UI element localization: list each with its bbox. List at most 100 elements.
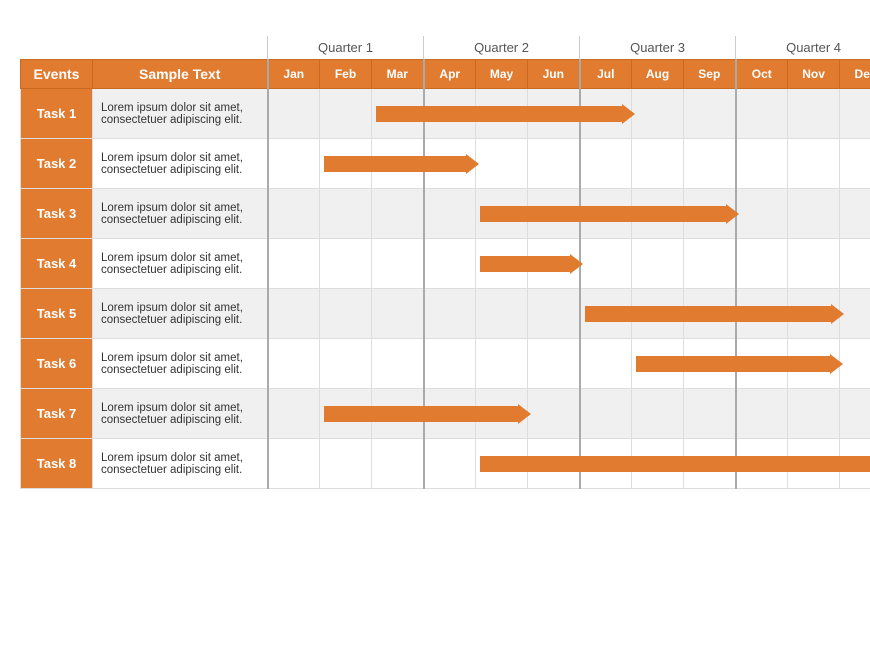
task-label-3: Task 3	[21, 189, 93, 239]
gantt-bar-2	[324, 156, 467, 172]
month-cell-6-4	[424, 339, 476, 389]
task-label-2: Task 2	[21, 139, 93, 189]
month-cell-1-10	[736, 89, 788, 139]
month-cell-4-3	[372, 239, 424, 289]
month-cell-3-1	[268, 189, 320, 239]
table-row: Task 7Lorem ipsum dolor sit amet,consect…	[21, 389, 870, 439]
table-row: Task 5Lorem ipsum dolor sit amet,consect…	[21, 289, 870, 339]
gantt-bar-6	[636, 356, 831, 372]
task-desc-6: Lorem ipsum dolor sit amet,consectetuer …	[93, 339, 268, 389]
month-cell-6-8	[632, 339, 684, 389]
gantt-bar-4	[480, 256, 571, 272]
month-cell-6-3	[372, 339, 424, 389]
task-desc-4: Lorem ipsum dolor sit amet,consectetuer …	[93, 239, 268, 289]
month-cell-6-12	[840, 339, 870, 389]
month-cell-7-1	[268, 389, 320, 439]
task-desc-2: Lorem ipsum dolor sit amet,consectetuer …	[93, 139, 268, 189]
task-desc-1: Lorem ipsum dolor sit amet,consectetuer …	[93, 89, 268, 139]
month-cell-2-2	[320, 139, 372, 189]
month-cell-8-2	[320, 439, 372, 489]
month-header-feb: Feb	[320, 60, 372, 89]
month-cell-7-7	[580, 389, 632, 439]
month-cell-1-9	[684, 89, 736, 139]
month-cell-2-10	[736, 139, 788, 189]
month-cell-7-6	[528, 389, 580, 439]
month-cell-6-1	[268, 339, 320, 389]
month-cell-3-5	[476, 189, 528, 239]
task-label-5: Task 5	[21, 289, 93, 339]
month-cell-8-1	[268, 439, 320, 489]
gantt-bar-8	[480, 456, 870, 472]
month-cell-7-8	[632, 389, 684, 439]
quarter-header-3: Quarter 3	[580, 36, 736, 60]
month-cell-5-7	[580, 289, 632, 339]
table-row: Task 3Lorem ipsum dolor sit amet,consect…	[21, 189, 870, 239]
task-desc-5: Lorem ipsum dolor sit amet,consectetuer …	[93, 289, 268, 339]
task-desc-8: Lorem ipsum dolor sit amet,consectetuer …	[93, 439, 268, 489]
task-label-1: Task 1	[21, 89, 93, 139]
month-cell-5-4	[424, 289, 476, 339]
month-cell-5-6	[528, 289, 580, 339]
month-cell-8-3	[372, 439, 424, 489]
month-cell-2-9	[684, 139, 736, 189]
gantt-bar-3	[480, 206, 727, 222]
task-label-6: Task 6	[21, 339, 93, 389]
month-cell-3-2	[320, 189, 372, 239]
month-cell-2-8	[632, 139, 684, 189]
month-cell-6-2	[320, 339, 372, 389]
table-row: Task 8Lorem ipsum dolor sit amet,consect…	[21, 439, 870, 489]
task-desc-3: Lorem ipsum dolor sit amet,consectetuer …	[93, 189, 268, 239]
month-header-jun: Jun	[528, 60, 580, 89]
month-cell-4-2	[320, 239, 372, 289]
month-cell-2-5	[476, 139, 528, 189]
month-cell-3-4	[424, 189, 476, 239]
month-cell-1-8	[632, 89, 684, 139]
month-cell-2-11	[788, 139, 840, 189]
month-cell-4-5	[476, 239, 528, 289]
quarter-header-4: Quarter 4	[736, 36, 870, 60]
month-cell-2-1	[268, 139, 320, 189]
month-cell-2-6	[528, 139, 580, 189]
month-cell-4-7	[580, 239, 632, 289]
quarter-header-1: Quarter 1	[268, 36, 424, 60]
month-cell-4-10	[736, 239, 788, 289]
month-header-sep: Sep	[684, 60, 736, 89]
task-label-7: Task 7	[21, 389, 93, 439]
table-row: Task 6Lorem ipsum dolor sit amet,consect…	[21, 339, 870, 389]
task-label-8: Task 8	[21, 439, 93, 489]
table-row: Task 2Lorem ipsum dolor sit amet,consect…	[21, 139, 870, 189]
month-cell-6-5	[476, 339, 528, 389]
month-header-nov: Nov	[788, 60, 840, 89]
month-cell-5-5	[476, 289, 528, 339]
table-row: Task 4Lorem ipsum dolor sit amet,consect…	[21, 239, 870, 289]
month-header-apr: Apr	[424, 60, 476, 89]
month-header-may: May	[476, 60, 528, 89]
month-cell-6-6	[528, 339, 580, 389]
month-cell-3-3	[372, 189, 424, 239]
month-cell-7-11	[788, 389, 840, 439]
month-cell-4-11	[788, 239, 840, 289]
gantt-bar-1	[376, 106, 623, 122]
month-cell-5-3	[372, 289, 424, 339]
month-header-dec: Dec	[840, 60, 870, 89]
month-cell-4-4	[424, 239, 476, 289]
month-cell-8-4	[424, 439, 476, 489]
month-cell-1-1	[268, 89, 320, 139]
month-cell-3-10	[736, 189, 788, 239]
month-cell-7-12	[840, 389, 870, 439]
month-cell-1-11	[788, 89, 840, 139]
month-cell-5-2	[320, 289, 372, 339]
month-cell-4-9	[684, 239, 736, 289]
month-cell-1-12	[840, 89, 870, 139]
gantt-bar-5	[585, 306, 832, 322]
month-header-mar: Mar	[372, 60, 424, 89]
month-cell-7-9	[684, 389, 736, 439]
desc-header: Sample Text	[93, 60, 268, 89]
month-cell-4-8	[632, 239, 684, 289]
month-cell-8-5	[476, 439, 528, 489]
month-cell-1-3	[372, 89, 424, 139]
task-label-4: Task 4	[21, 239, 93, 289]
month-cell-3-11	[788, 189, 840, 239]
month-header-oct: Oct	[736, 60, 788, 89]
month-cell-6-7	[580, 339, 632, 389]
